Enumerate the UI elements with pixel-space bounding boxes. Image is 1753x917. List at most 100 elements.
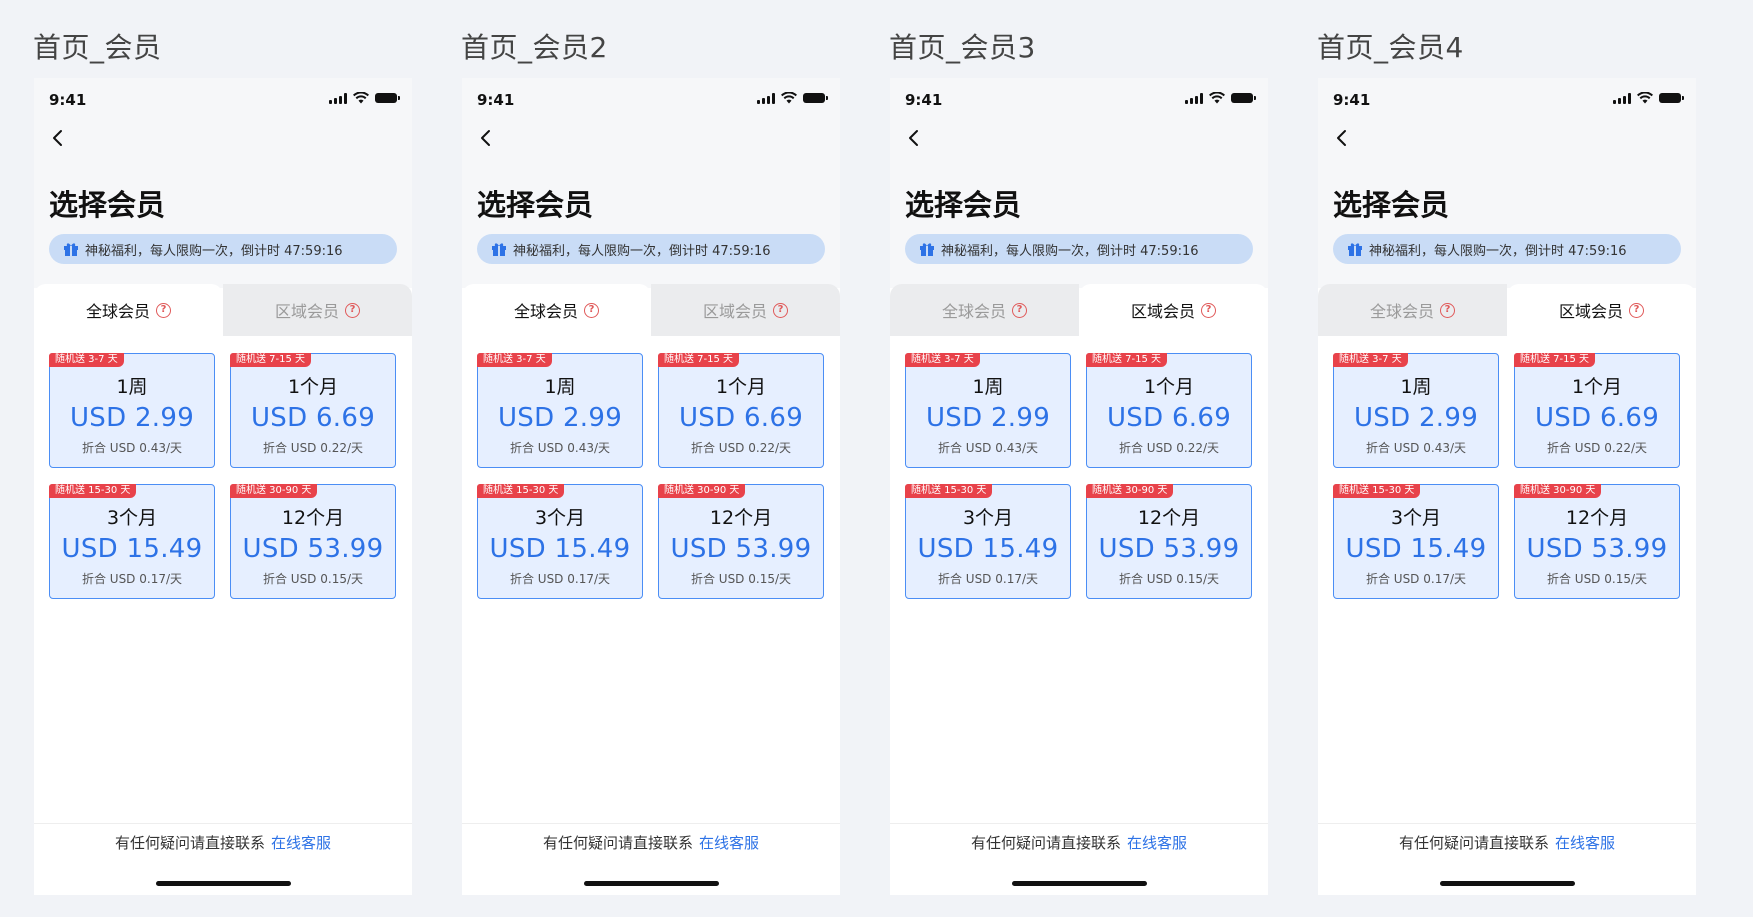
plan-card-1-week[interactable]: 随机送 3-7 天 1周 USD 2.99 折合 USD 0.43/天 [477, 353, 643, 468]
tab-label: 全球会员 [513, 302, 578, 321]
tab-regional-membership[interactable]: 区域会员? [223, 284, 412, 336]
home-indicator [1012, 881, 1147, 886]
tab-regional-membership[interactable]: 区域会员? [1507, 284, 1696, 336]
status-icons [329, 92, 400, 104]
battery-icon [1659, 93, 1684, 103]
status-icons [757, 92, 828, 104]
footer-divider [1318, 823, 1696, 824]
plan-daily-price: 折合 USD 0.43/天 [81, 441, 183, 455]
plan-price: USD 2.99 [1353, 403, 1479, 433]
online-support-link[interactable]: 在线客服 [1555, 834, 1615, 852]
plan-daily-price: 折合 USD 0.17/天 [81, 572, 183, 586]
bonus-badge: 随机送 15-30 天 [477, 484, 565, 498]
help-icon[interactable]: ? [1012, 302, 1027, 318]
tab-label: 区域会员 [274, 302, 339, 321]
online-support-link[interactable]: 在线客服 [271, 834, 331, 852]
online-support-link[interactable]: 在线客服 [699, 834, 759, 852]
signal-icon [1613, 92, 1631, 104]
tab-global-membership[interactable]: 全球会员? [890, 284, 1079, 336]
help-icon[interactable]: ? [773, 302, 788, 318]
bonus-badge: 随机送 30-90 天 [1086, 484, 1174, 498]
phone-screen: 9:41 选择会员 神秘福利，每人限购一次，倒计时 47:59:16 全球会员?… [34, 78, 412, 895]
plan-price: USD 6.69 [678, 403, 804, 433]
promo-banner: 神秘福利，每人限购一次，倒计时 47:59:16 [1333, 234, 1681, 264]
tab-label: 全球会员 [85, 302, 150, 321]
tab-global-membership[interactable]: 全球会员? [1318, 284, 1507, 336]
plan-daily-price: 折合 USD 0.22/天 [690, 441, 792, 455]
plan-price: USD 15.49 [917, 534, 1059, 564]
plan-name: 12个月 [281, 507, 345, 529]
battery-icon [803, 93, 828, 103]
footer-divider [890, 823, 1268, 824]
plan-daily-price: 折合 USD 0.22/天 [1546, 441, 1648, 455]
back-chevron-icon[interactable] [904, 128, 924, 148]
plan-card-1-month[interactable]: 随机送 7-15 天 1个月 USD 6.69 折合 USD 0.22/天 [1514, 353, 1680, 468]
help-icon[interactable]: ? [1440, 302, 1455, 318]
bonus-badge: 随机送 3-7 天 [1333, 353, 1408, 367]
footer: 有任何疑问请直接联系 在线客服 [34, 832, 412, 853]
tab-global-membership[interactable]: 全球会员? [34, 284, 223, 336]
page-title: 选择会员 [905, 188, 1022, 222]
plan-name: 1个月 [715, 376, 767, 398]
plan-card-12-months[interactable]: 随机送 30-90 天 12个月 USD 53.99 折合 USD 0.15/天 [658, 484, 824, 599]
help-icon[interactable]: ? [584, 302, 599, 318]
tab-regional-membership[interactable]: 区域会员? [1079, 284, 1268, 336]
plan-card-12-months[interactable]: 随机送 30-90 天 12个月 USD 53.99 折合 USD 0.15/天 [1514, 484, 1680, 599]
plan-price: USD 53.99 [242, 534, 384, 564]
frame-label: 首页_会员2 [461, 31, 608, 64]
home-indicator [156, 881, 291, 886]
plan-daily-price: 折合 USD 0.17/天 [1365, 572, 1467, 586]
plan-card-3-months[interactable]: 随机送 15-30 天 3个月 USD 15.49 折合 USD 0.17/天 [477, 484, 643, 599]
tab-global-membership[interactable]: 全球会员? [462, 284, 651, 336]
phone-screen: 9:41 选择会员 神秘福利，每人限购一次，倒计时 47:59:16 全球会员?… [1318, 78, 1696, 895]
bonus-badge: 随机送 30-90 天 [1514, 484, 1602, 498]
tab-regional-membership[interactable]: 区域会员? [651, 284, 840, 336]
back-chevron-icon[interactable] [48, 128, 68, 148]
footer: 有任何疑问请直接联系 在线客服 [462, 832, 840, 853]
plan-daily-price: 折合 USD 0.17/天 [937, 572, 1039, 586]
plan-card-1-month[interactable]: 随机送 7-15 天 1个月 USD 6.69 折合 USD 0.22/天 [1086, 353, 1252, 468]
bonus-badge: 随机送 3-7 天 [905, 353, 980, 367]
back-chevron-icon[interactable] [1332, 128, 1352, 148]
plan-card-3-months[interactable]: 随机送 15-30 天 3个月 USD 15.49 折合 USD 0.17/天 [1333, 484, 1499, 599]
plan-price: USD 6.69 [1106, 403, 1232, 433]
plan-price: USD 2.99 [69, 403, 195, 433]
plan-daily-price: 折合 USD 0.15/天 [1546, 572, 1648, 586]
plan-card-12-months[interactable]: 随机送 30-90 天 12个月 USD 53.99 折合 USD 0.15/天 [1086, 484, 1252, 599]
wifi-icon [781, 92, 797, 104]
plan-name: 3个月 [106, 507, 158, 529]
help-icon[interactable]: ? [156, 302, 171, 318]
bonus-badge: 随机送 7-15 天 [230, 353, 312, 367]
plan-daily-price: 折合 USD 0.22/天 [1118, 441, 1220, 455]
promo-text: 神秘福利，每人限购一次，倒计时 47:59:16 [941, 243, 1199, 259]
footer: 有任何疑问请直接联系 在线客服 [890, 832, 1268, 853]
plan-card-1-month[interactable]: 随机送 7-15 天 1个月 USD 6.69 折合 USD 0.22/天 [230, 353, 396, 468]
plan-price: USD 15.49 [489, 534, 631, 564]
plan-card-1-week[interactable]: 随机送 3-7 天 1周 USD 2.99 折合 USD 0.43/天 [1333, 353, 1499, 468]
plan-card-1-week[interactable]: 随机送 3-7 天 1周 USD 2.99 折合 USD 0.43/天 [905, 353, 1071, 468]
plan-card-1-month[interactable]: 随机送 7-15 天 1个月 USD 6.69 折合 USD 0.22/天 [658, 353, 824, 468]
bonus-badge: 随机送 30-90 天 [658, 484, 746, 498]
help-icon[interactable]: ? [1629, 302, 1644, 318]
help-icon[interactable]: ? [345, 302, 360, 318]
status-time: 9:41 [905, 91, 943, 109]
footer-divider [34, 823, 412, 824]
plan-price: USD 53.99 [670, 534, 812, 564]
online-support-link[interactable]: 在线客服 [1127, 834, 1187, 852]
promo-banner: 神秘福利，每人限购一次，倒计时 47:59:16 [49, 234, 397, 264]
plan-daily-price: 折合 USD 0.15/天 [690, 572, 792, 586]
plan-daily-price: 折合 USD 0.15/天 [1118, 572, 1220, 586]
frame-label: 首页_会员3 [889, 31, 1036, 64]
phone-screen: 9:41 选择会员 神秘福利，每人限购一次，倒计时 47:59:16 全球会员?… [462, 78, 840, 895]
plan-card-1-week[interactable]: 随机送 3-7 天 1周 USD 2.99 折合 USD 0.43/天 [49, 353, 215, 468]
plan-daily-price: 折合 USD 0.43/天 [937, 441, 1039, 455]
back-chevron-icon[interactable] [476, 128, 496, 148]
help-icon[interactable]: ? [1201, 302, 1216, 318]
bonus-badge: 随机送 3-7 天 [477, 353, 552, 367]
plan-card-3-months[interactable]: 随机送 15-30 天 3个月 USD 15.49 折合 USD 0.17/天 [905, 484, 1071, 599]
plan-name: 3个月 [962, 507, 1014, 529]
plan-card-12-months[interactable]: 随机送 30-90 天 12个月 USD 53.99 折合 USD 0.15/天 [230, 484, 396, 599]
status-time: 9:41 [477, 91, 515, 109]
plan-card-3-months[interactable]: 随机送 15-30 天 3个月 USD 15.49 折合 USD 0.17/天 [49, 484, 215, 599]
plan-name: 3个月 [1390, 507, 1442, 529]
